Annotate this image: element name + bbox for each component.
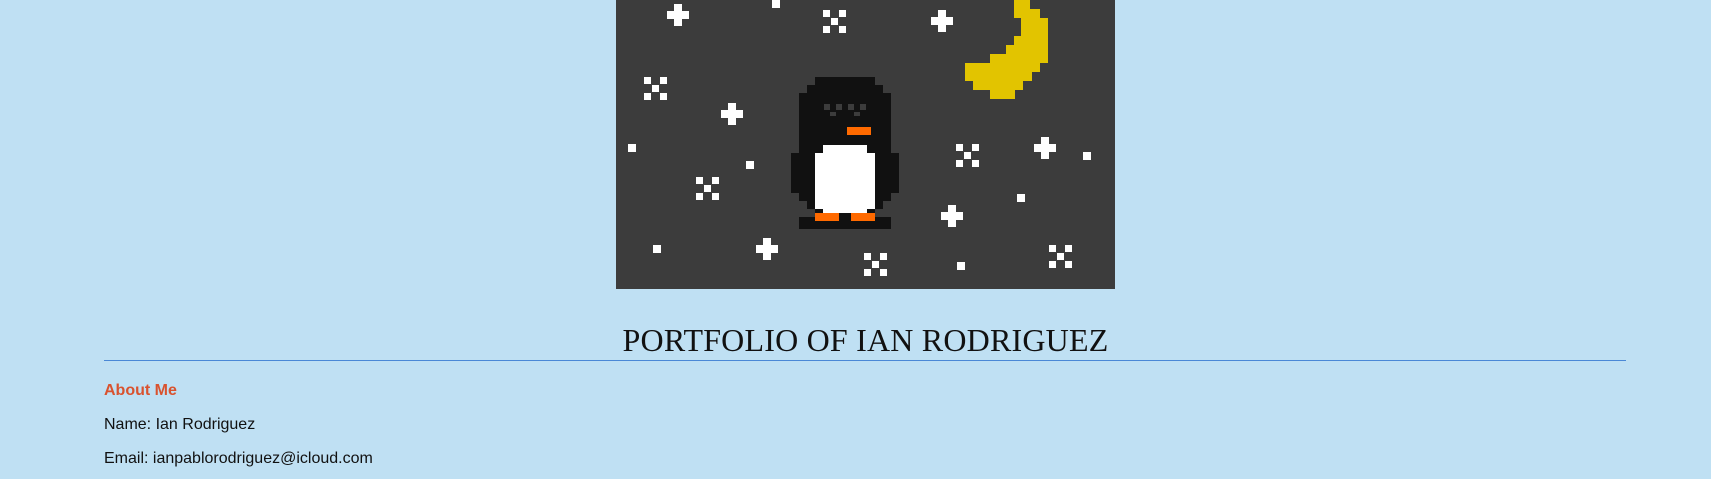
page-title: PORTFOLIO OF IAN RODRIGUEZ xyxy=(622,322,1109,358)
name-line: Name: Ian Rodriguez xyxy=(104,416,256,433)
email-line: Email: ianpablorodriguez@icloud.com xyxy=(104,450,373,467)
title-divider xyxy=(104,360,1626,361)
penguin-icon xyxy=(791,77,899,229)
banner-image xyxy=(616,0,1115,289)
penguin-belly xyxy=(815,145,875,213)
penguin-beak xyxy=(847,127,871,135)
about-me-heading: About Me xyxy=(104,382,177,399)
night-sky-penguin-art xyxy=(616,0,1115,289)
